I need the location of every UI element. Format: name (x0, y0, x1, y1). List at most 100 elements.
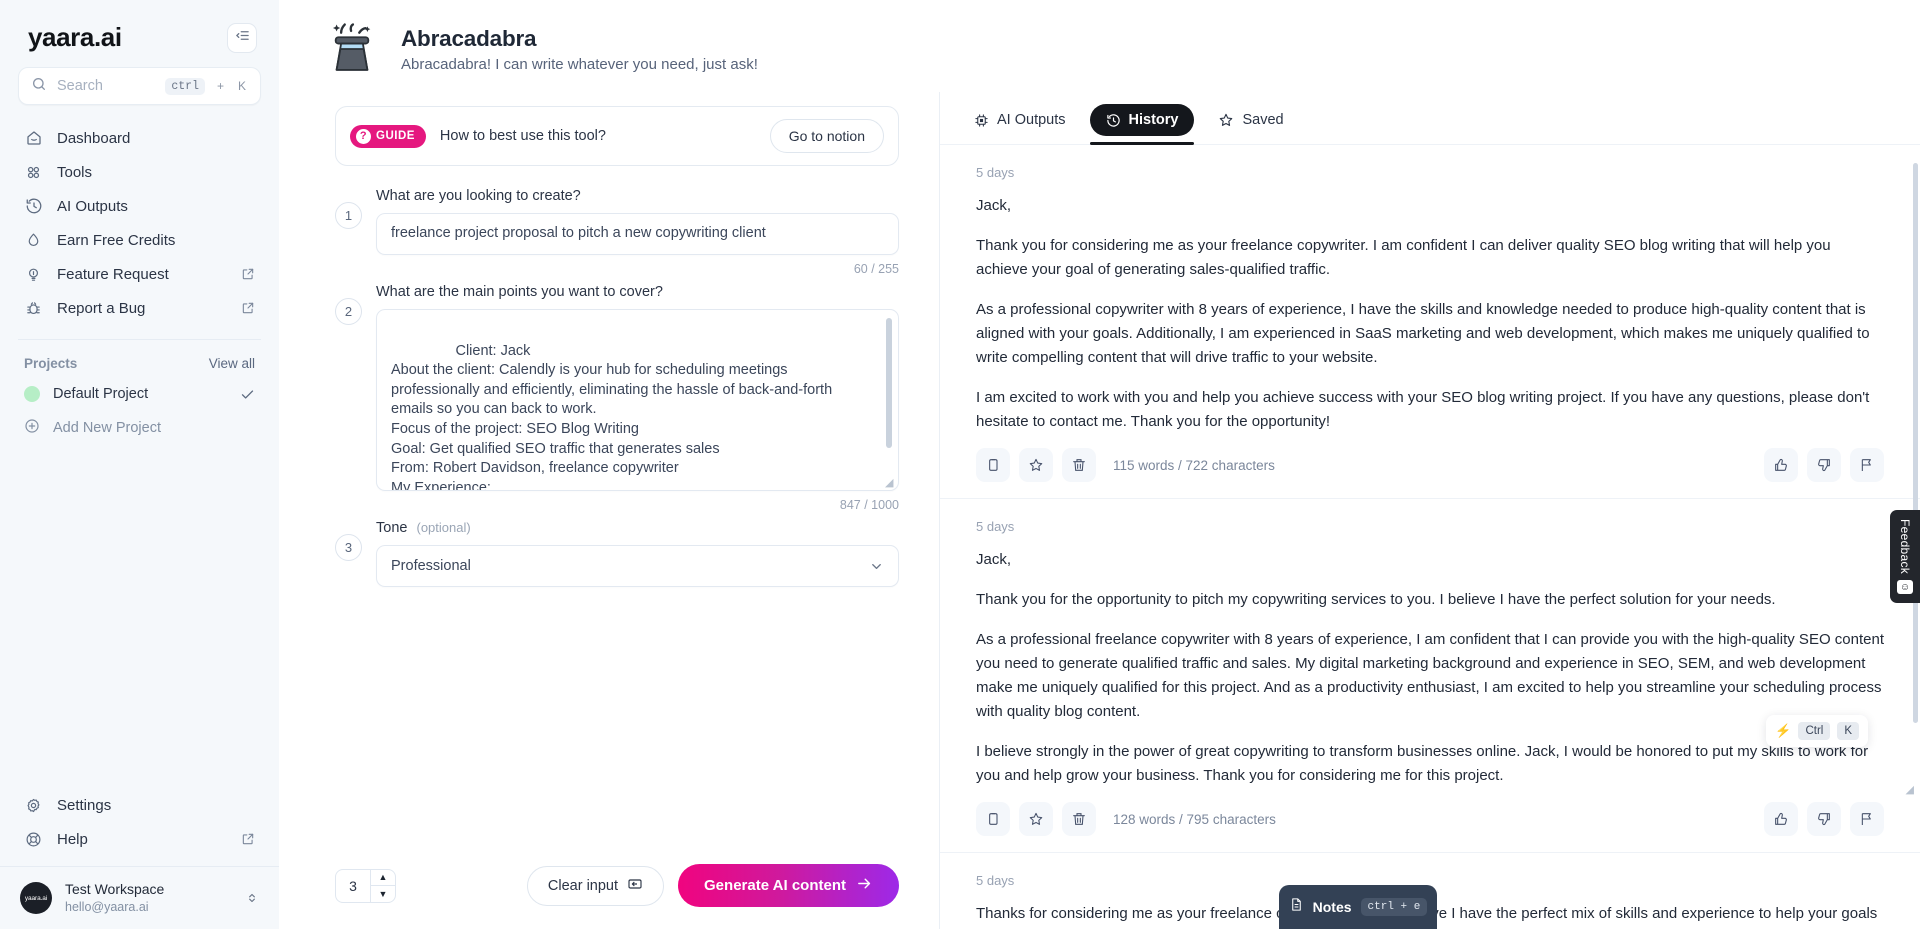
workspace-switcher[interactable]: yaara.ai Test Workspace hello@yaara.ai (0, 866, 279, 929)
sidebar-item-label: AI Outputs (57, 197, 128, 215)
stepper-decrement-button[interactable]: ▼ (371, 885, 395, 902)
main-points-textarea[interactable]: Client: Jack About the client: Calendly … (376, 309, 899, 491)
history-list[interactable]: 5 days Jack, Thank you for considering m… (940, 145, 1920, 929)
search-input[interactable]: Search ctrl + K (18, 67, 261, 105)
notes-widget[interactable]: Notes ctrl + e (1279, 885, 1437, 929)
external-link-icon (241, 267, 255, 281)
history-paragraph: I am excited to work with you and help y… (976, 389, 1870, 430)
tab-saved[interactable]: Saved (1202, 104, 1299, 136)
plus-circle-icon (24, 418, 40, 438)
textarea-scrollbar[interactable] (886, 318, 892, 448)
tab-history[interactable]: History (1089, 104, 1195, 145)
chip-icon (974, 113, 989, 128)
sidebar-item-dashboard[interactable]: Dashboard (14, 121, 265, 155)
notes-label: Notes (1312, 899, 1352, 915)
sidebar-nav: Dashboard Tools AI Outputs Earn Free Cre… (0, 105, 279, 325)
form-field-2: 2 What are the main points you want to c… (335, 284, 899, 512)
word-count: 115 words / 722 characters (1113, 457, 1275, 473)
history-paragraph: Thank you for the opportunity to pitch m… (976, 591, 1776, 608)
projects-view-all-link[interactable]: View all (209, 356, 255, 371)
field-label: What are you looking to create? (376, 188, 581, 204)
history-card: 5 days Jack, Thank you for considering m… (940, 145, 1920, 499)
field-label: Tone (optional) (376, 520, 899, 536)
field-body: Tone (optional) Professional (376, 520, 899, 587)
tool-header: Abracadabra Abracadabra! I can write wha… (279, 0, 1920, 92)
stepper-increment-button[interactable]: ▲ (371, 870, 395, 886)
dislike-button[interactable] (1807, 448, 1841, 482)
like-button[interactable] (1764, 448, 1798, 482)
output-tabs: AI Outputs History Saved (940, 92, 1920, 145)
delete-button[interactable] (1062, 802, 1096, 836)
like-button[interactable] (1764, 802, 1798, 836)
history-scrollbar-thumb[interactable] (1913, 163, 1918, 723)
search-kbd-ctrl: ctrl (165, 77, 205, 95)
form-field-1: 1 What are you looking to create? freela… (335, 188, 899, 276)
magic-hat-icon (321, 18, 383, 80)
sidebar-item-report-a-bug[interactable]: Report a Bug (14, 291, 265, 325)
history-card-actions: 128 words / 795 characters (976, 788, 1884, 852)
copy-button[interactable] (976, 802, 1010, 836)
textarea-resize-handle[interactable]: ◢ (885, 478, 895, 489)
tab-label: History (1128, 112, 1179, 128)
command-palette-hint[interactable]: ⚡ Ctrl K (1766, 715, 1868, 747)
workspace-info: Test Workspace hello@yaara.ai (65, 881, 164, 915)
sidebar-item-tools[interactable]: Tools (14, 155, 265, 189)
sidebar-item-earn-free-credits[interactable]: Earn Free Credits (14, 223, 265, 257)
output-pane: AI Outputs History Saved 5 days Jack, Th… (939, 92, 1920, 929)
sidebar-item-help[interactable]: Help (14, 822, 265, 856)
sidebar-bottom: Settings Help yaara.ai Test Workspace he… (0, 788, 279, 929)
history-card-actions: 115 words / 722 characters (976, 434, 1884, 498)
sidebar-item-settings[interactable]: Settings (14, 788, 265, 822)
notes-shortcut: ctrl + e (1360, 898, 1428, 916)
history-paragraph: As a professional copywriter with 8 year… (976, 301, 1870, 366)
search-kbd-key: K (237, 79, 246, 93)
search-placeholder: Search (57, 78, 103, 94)
project-item-default[interactable]: Default Project (14, 377, 265, 411)
question-mark-icon: ? (356, 128, 371, 144)
clear-input-button[interactable]: Clear input (526, 865, 665, 906)
history-timestamp: 5 days (976, 165, 1015, 180)
feedback-tab[interactable]: Feedback ☺ (1890, 510, 1920, 603)
tab-label: Saved (1242, 112, 1284, 128)
tab-ai-outputs[interactable]: AI Outputs (958, 104, 1082, 136)
projects-title: Projects (24, 356, 78, 371)
collapse-sidebar-button[interactable] (227, 22, 257, 53)
page-subtitle: Abracadabra! I can write whatever you ne… (401, 55, 758, 73)
sidebar-item-feature-request[interactable]: Feature Request (14, 257, 265, 291)
save-button[interactable] (1019, 802, 1053, 836)
form-field-tone: 3 Tone (optional) Professional (335, 520, 899, 587)
delete-button[interactable] (1062, 448, 1096, 482)
character-counter: 847 / 1000 (839, 498, 899, 512)
generate-ai-content-button[interactable]: Generate AI content (678, 864, 899, 907)
add-new-project-button[interactable]: Add New Project (14, 411, 265, 445)
copy-button[interactable] (976, 448, 1010, 482)
stepper-arrows: ▲ ▼ (370, 869, 395, 902)
create-prompt-input[interactable]: freelance project proposal to pitch a ne… (376, 213, 899, 255)
search-wrapper: Search ctrl + K (0, 53, 279, 105)
projects-header: Projects View all (0, 340, 279, 377)
project-label: Default Project (53, 386, 149, 402)
history-timestamp: 5 days (976, 519, 1015, 534)
search-icon (31, 76, 47, 97)
form-actions: 3 ▲ ▼ Clear input Generate AI content (299, 850, 939, 929)
save-button[interactable] (1019, 448, 1053, 482)
sidebar-item-ai-outputs[interactable]: AI Outputs (14, 189, 265, 223)
word-count: 128 words / 795 characters (1113, 811, 1276, 827)
tone-select[interactable]: Professional (376, 545, 899, 587)
go-to-notion-button[interactable]: Go to notion (769, 119, 884, 153)
search-kbd-plus: + (216, 79, 224, 93)
avatar: yaara.ai (20, 882, 52, 915)
output-count-stepper[interactable]: 3 ▲ ▼ (335, 868, 396, 903)
step-number: 2 (335, 298, 362, 325)
history-paragraph: I believe strongly in the power of great… (976, 743, 1869, 784)
smiley-face-icon: ☺ (1897, 580, 1913, 595)
bolt-icon: ⚡ (1775, 723, 1792, 738)
report-button[interactable] (1850, 802, 1884, 836)
check-icon (240, 387, 255, 402)
report-button[interactable] (1850, 448, 1884, 482)
guide-text: How to best use this tool? (439, 128, 606, 144)
history-content: Jack, Thank you for the opportunity to p… (976, 548, 1884, 788)
dislike-button[interactable] (1807, 802, 1841, 836)
arrow-right-icon (856, 875, 873, 896)
gear-icon (24, 796, 43, 815)
